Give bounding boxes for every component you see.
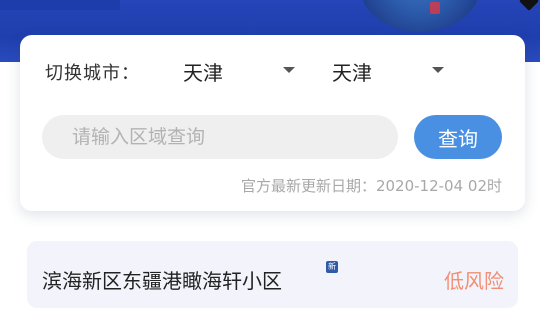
globe-illustration [360, 0, 480, 32]
chevron-down-icon [432, 67, 444, 73]
city-switch-label: 切换城市： [45, 63, 140, 84]
province-select-value: 天津 [183, 61, 223, 85]
city-select-value: 天津 [332, 61, 372, 85]
city-switch-row: 切换城市： 天津 天津 [20, 35, 525, 109]
update-date-text: 官方最新更新日期：2020-12-04 02时 [240, 177, 502, 195]
banner-decoration [0, 0, 120, 10]
result-list-item[interactable]: 滨海新区东疆港瞰海轩小区 新 低风险 [27, 241, 518, 308]
province-select[interactable]: 天津 [183, 57, 313, 85]
search-button[interactable]: 查询 [414, 115, 502, 159]
area-search-input[interactable] [42, 115, 398, 159]
risk-level-label: 低风险 [444, 269, 504, 293]
result-area-name: 滨海新区东疆港瞰海轩小区 [42, 269, 282, 293]
corner-decoration [519, 0, 539, 11]
city-select[interactable]: 天津 [332, 57, 462, 85]
chevron-down-icon [283, 67, 295, 73]
query-card: 切换城市： 天津 天津 查询 官方最新更新日期：2020-12-04 02时 [20, 35, 525, 211]
map-marker-decoration [430, 2, 440, 14]
new-badge-icon: 新 [326, 261, 338, 273]
